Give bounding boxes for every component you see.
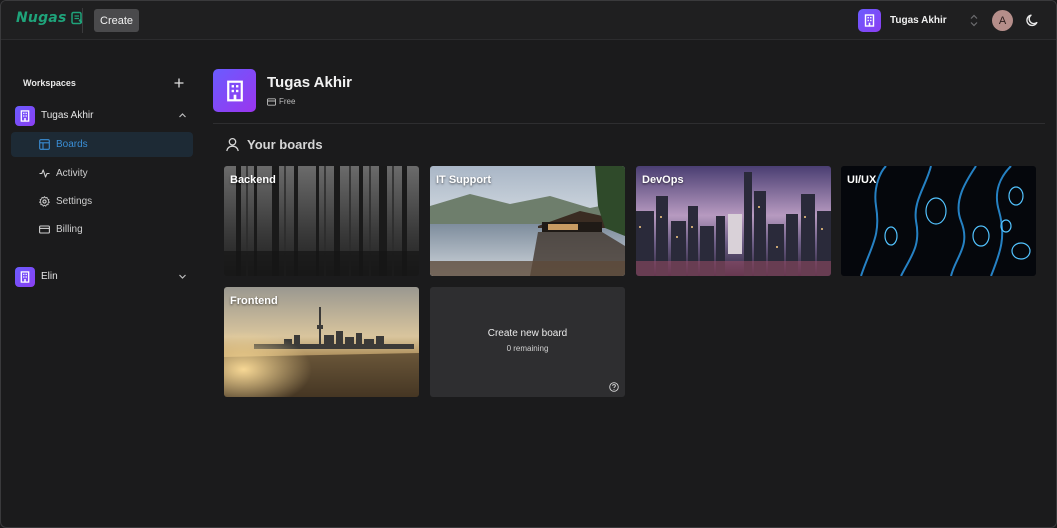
sidebar-item-settings[interactable]: Settings [11, 189, 193, 214]
help-circle-icon[interactable] [609, 382, 619, 392]
top-navbar: Nugas Create Tugas Akhir A [1, 1, 1056, 40]
sidebar-item-label: Boards [56, 139, 88, 150]
activity-icon [39, 169, 50, 178]
boards-heading-label: Your boards [247, 137, 323, 152]
workspace-item-elin[interactable]: Elin [15, 266, 195, 287]
user-icon [226, 137, 239, 152]
credit-card-icon [39, 225, 50, 234]
gear-icon [39, 196, 50, 207]
workspace-switcher-name: Tugas Akhir [890, 15, 947, 26]
board-title: Frontend [230, 295, 278, 307]
building-icon [226, 80, 243, 101]
board-title: Backend [230, 174, 276, 186]
logo[interactable]: Nugas [16, 10, 84, 26]
board-card-devops[interactable]: DevOps [636, 166, 831, 276]
workspace-avatar [15, 105, 35, 126]
building-icon [20, 270, 30, 283]
workspace-item-tugas-akhir[interactable]: Tugas Akhir [15, 105, 195, 126]
board-card-ui-ux[interactable]: UI/UX [841, 166, 1036, 276]
topbar-divider [82, 8, 83, 33]
create-board-title: Create new board [487, 328, 568, 339]
workspace-switcher[interactable]: Tugas Akhir [858, 9, 947, 32]
sidebar-item-activity[interactable]: Activity [11, 161, 193, 186]
chevron-up-icon [179, 113, 186, 118]
chevron-down-icon [179, 274, 186, 279]
app-window: Nugas Create Tugas Akhir A Workspaces Tu… [0, 0, 1057, 528]
board-title: UI/UX [847, 174, 877, 186]
divider [213, 123, 1045, 124]
page-title: Tugas Akhir [267, 74, 353, 91]
sidebar-item-label: Billing [56, 224, 83, 235]
logo-text: Nugas [16, 10, 67, 26]
layout-icon [39, 139, 50, 150]
organization-logo [213, 69, 256, 112]
workspace-avatar [858, 9, 881, 32]
board-title: IT Support [436, 174, 491, 186]
user-avatar[interactable]: A [992, 10, 1013, 31]
board-card-frontend[interactable]: Frontend [224, 287, 419, 397]
board-card-backend[interactable]: Backend [224, 166, 419, 276]
create-button[interactable]: Create [94, 9, 140, 32]
board-card-it-support[interactable]: IT Support [430, 166, 625, 276]
moon-icon[interactable] [1025, 13, 1040, 28]
sidebar-item-billing[interactable]: Billing [11, 217, 193, 242]
plan-label: Free [279, 97, 296, 106]
plan-badge: Free [267, 97, 295, 106]
workspace-label: Tugas Akhir [41, 110, 94, 121]
sidebar: Workspaces Tugas Akhir Boards Activity S… [1, 41, 201, 527]
sidebar-item-label: Activity [56, 168, 88, 179]
chevron-up-down-icon[interactable] [969, 13, 979, 28]
workspace-avatar [15, 266, 35, 287]
create-board-card[interactable]: Create new board 0 remaining [430, 287, 625, 397]
building-icon [864, 14, 875, 27]
board-title: DevOps [642, 174, 684, 186]
main-content: Tugas Akhir Free Your boards Backend IT … [201, 41, 1056, 527]
workspaces-heading: Workspaces [23, 78, 76, 88]
sidebar-item-boards[interactable]: Boards [11, 132, 193, 157]
plus-icon[interactable] [174, 78, 184, 88]
boards-heading: Your boards [225, 137, 323, 152]
workspace-label: Elin [41, 271, 58, 282]
boards-remaining-count: 0 remaining [506, 344, 549, 353]
credit-card-icon [267, 97, 276, 106]
sidebar-item-label: Settings [56, 196, 93, 207]
building-icon [20, 109, 30, 122]
